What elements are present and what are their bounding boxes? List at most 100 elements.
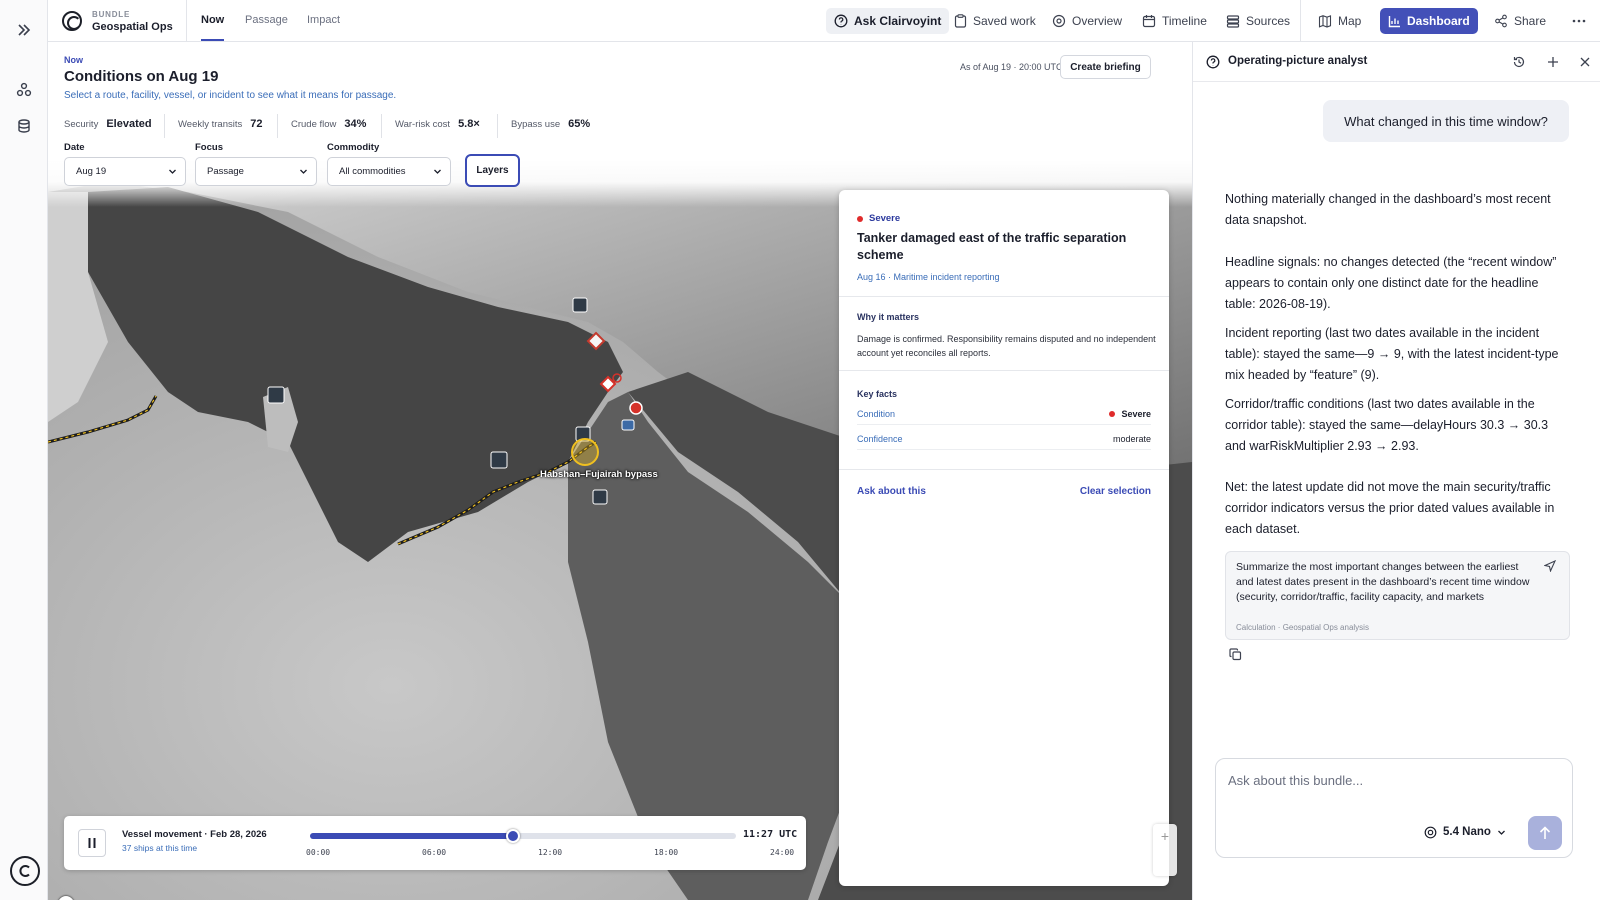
chat-help-icon <box>1205 54 1221 70</box>
fact-key: Confidence <box>857 433 903 444</box>
fact-value: moderate <box>1112 433 1151 444</box>
chat-help-icon <box>834 14 848 28</box>
facility-marker[interactable] <box>267 386 285 404</box>
page-title: Conditions on Aug 19 <box>64 68 219 85</box>
citation-text: Summarize the most important changes bet… <box>1236 561 1530 603</box>
assistant-answer-paragraph: Headline signals: no changes detected (t… <box>1225 255 1557 311</box>
map-button[interactable]: Map <box>1310 8 1369 34</box>
top-bar: BUNDLE Geospatial Ops Now Passage Impact… <box>48 0 1600 42</box>
brand-name: Geospatial Ops <box>92 21 173 33</box>
severity-badge: Severe <box>857 213 900 224</box>
tab-now[interactable]: Now <box>201 14 225 41</box>
expand-sidebar-icon[interactable] <box>12 18 36 42</box>
arrow-up-icon <box>1539 826 1551 839</box>
divider <box>839 370 1169 371</box>
metric-bypass-use: Bypass use 65% <box>511 118 590 134</box>
copy-icon[interactable] <box>1229 648 1242 661</box>
facility-marker[interactable] <box>490 451 508 469</box>
metric-value: 65% <box>568 118 591 130</box>
fact-row-confidence: Confidence moderate <box>857 428 1151 450</box>
timeline-tick: 00:00 <box>306 848 331 857</box>
timeline-slider-handle[interactable] <box>506 829 521 843</box>
database-icon[interactable] <box>12 114 36 138</box>
ask-clairvoyint-button[interactable]: Ask Clairvoyint <box>826 8 950 34</box>
app-logo-icon[interactable] <box>10 856 40 886</box>
model-selector[interactable]: 5.4 Nano <box>1424 821 1506 843</box>
overview-label: Overview <box>1072 14 1123 28</box>
severity-dot-icon <box>1109 410 1116 417</box>
incident-marker[interactable] <box>629 401 643 415</box>
history-icon[interactable] <box>1511 54 1527 70</box>
close-icon[interactable] <box>1577 54 1593 70</box>
facility-marker[interactable] <box>572 297 588 313</box>
vessel-timeline: Vessel movement · Feb 28, 2026 37 ships … <box>64 816 806 870</box>
more-options-icon[interactable] <box>1564 8 1594 34</box>
severity-label: Severe <box>869 213 901 224</box>
commodity-select-value: All commodities <box>339 166 406 177</box>
fact-value: Severe <box>1109 409 1151 419</box>
metric-label: War-risk cost <box>395 119 451 130</box>
date-select[interactable]: Aug 19 <box>64 157 186 186</box>
timeline-label: Timeline <box>1162 14 1207 28</box>
create-briefing-button[interactable]: Create briefing <box>1060 55 1151 79</box>
stack-icon <box>1226 15 1240 28</box>
divider <box>497 114 498 138</box>
ask-about-this-link[interactable]: Ask about this <box>857 486 926 497</box>
sources-button[interactable]: Sources <box>1218 8 1298 34</box>
incident-panel: Severe Tanker damaged east of the traffi… <box>839 190 1169 886</box>
overview-button[interactable]: Overview <box>1044 8 1130 34</box>
focus-select[interactable]: Passage <box>195 157 317 186</box>
page-header: Now Conditions on Aug 19 Select a route,… <box>48 42 1192 207</box>
ask-composer: 5.4 Nano <box>1215 758 1573 858</box>
metric-label: Crude flow <box>291 119 337 130</box>
divider <box>1300 0 1301 42</box>
share-label: Share <box>1514 14 1547 28</box>
new-chat-icon[interactable] <box>1545 54 1561 70</box>
citation-card[interactable]: Summarize the most important changes bet… <box>1225 551 1570 640</box>
pause-button[interactable] <box>78 829 106 857</box>
page-kicker: Now <box>64 55 83 65</box>
divider <box>186 0 187 42</box>
saved-work-button[interactable]: Saved work <box>946 8 1044 34</box>
timeline-tick: 18:00 <box>654 848 679 857</box>
clear-selection-link[interactable]: Clear selection <box>1080 486 1151 497</box>
focus-filter-label: Focus <box>195 142 223 153</box>
metric-value: 72 <box>250 118 263 130</box>
ask-input[interactable] <box>1228 769 1558 791</box>
clipboard-icon <box>954 14 967 28</box>
date-filter-label: Date <box>64 142 85 153</box>
chevron-down-icon <box>169 169 176 174</box>
send-button[interactable] <box>1528 816 1562 850</box>
assistant-title: Operating-picture analyst <box>1228 55 1368 67</box>
selected-incident-marker[interactable] <box>571 438 599 466</box>
divider <box>164 114 165 138</box>
facility-marker[interactable] <box>592 489 608 505</box>
zoom-control[interactable]: + <box>1153 824 1177 876</box>
bar-chart-icon <box>1388 15 1400 27</box>
brand-kicker: BUNDLE <box>92 10 131 19</box>
chevron-down-icon <box>434 169 441 174</box>
brand-logo-icon <box>62 11 82 31</box>
tab-impact[interactable]: Impact <box>307 14 340 26</box>
layers-button[interactable]: Layers <box>465 154 520 187</box>
incident-title: Tanker damaged east of the traffic separ… <box>857 231 1127 262</box>
pause-icon <box>88 838 96 848</box>
dashboard-button[interactable]: Dashboard <box>1380 8 1478 34</box>
vessel-marker[interactable] <box>621 419 635 431</box>
why-heading: Why it matters <box>857 312 920 322</box>
dashboard-label: Dashboard <box>1407 14 1470 28</box>
tab-passage[interactable]: Passage <box>245 14 288 26</box>
brand[interactable]: BUNDLE Geospatial Ops <box>62 8 202 36</box>
model-name: 5.4 Nano <box>1443 826 1491 838</box>
timeline-button[interactable]: Timeline <box>1134 8 1215 34</box>
date-select-value: Aug 19 <box>76 166 107 177</box>
timeline-slider[interactable] <box>310 829 736 843</box>
metric-value: 34% <box>344 118 367 130</box>
ask-clairvoyint-label: Ask Clairvoyint <box>854 14 942 28</box>
network-icon[interactable] <box>12 78 36 102</box>
timeline-title: Vessel movement · Feb 28, 2026 <box>122 829 267 840</box>
share-button[interactable]: Share <box>1486 8 1554 34</box>
assistant-panel: Operating-picture analyst What changed i… <box>1192 42 1600 900</box>
route-label: Habshan–Fujairah bypass <box>540 469 658 480</box>
commodity-select[interactable]: All commodities <box>327 157 451 186</box>
